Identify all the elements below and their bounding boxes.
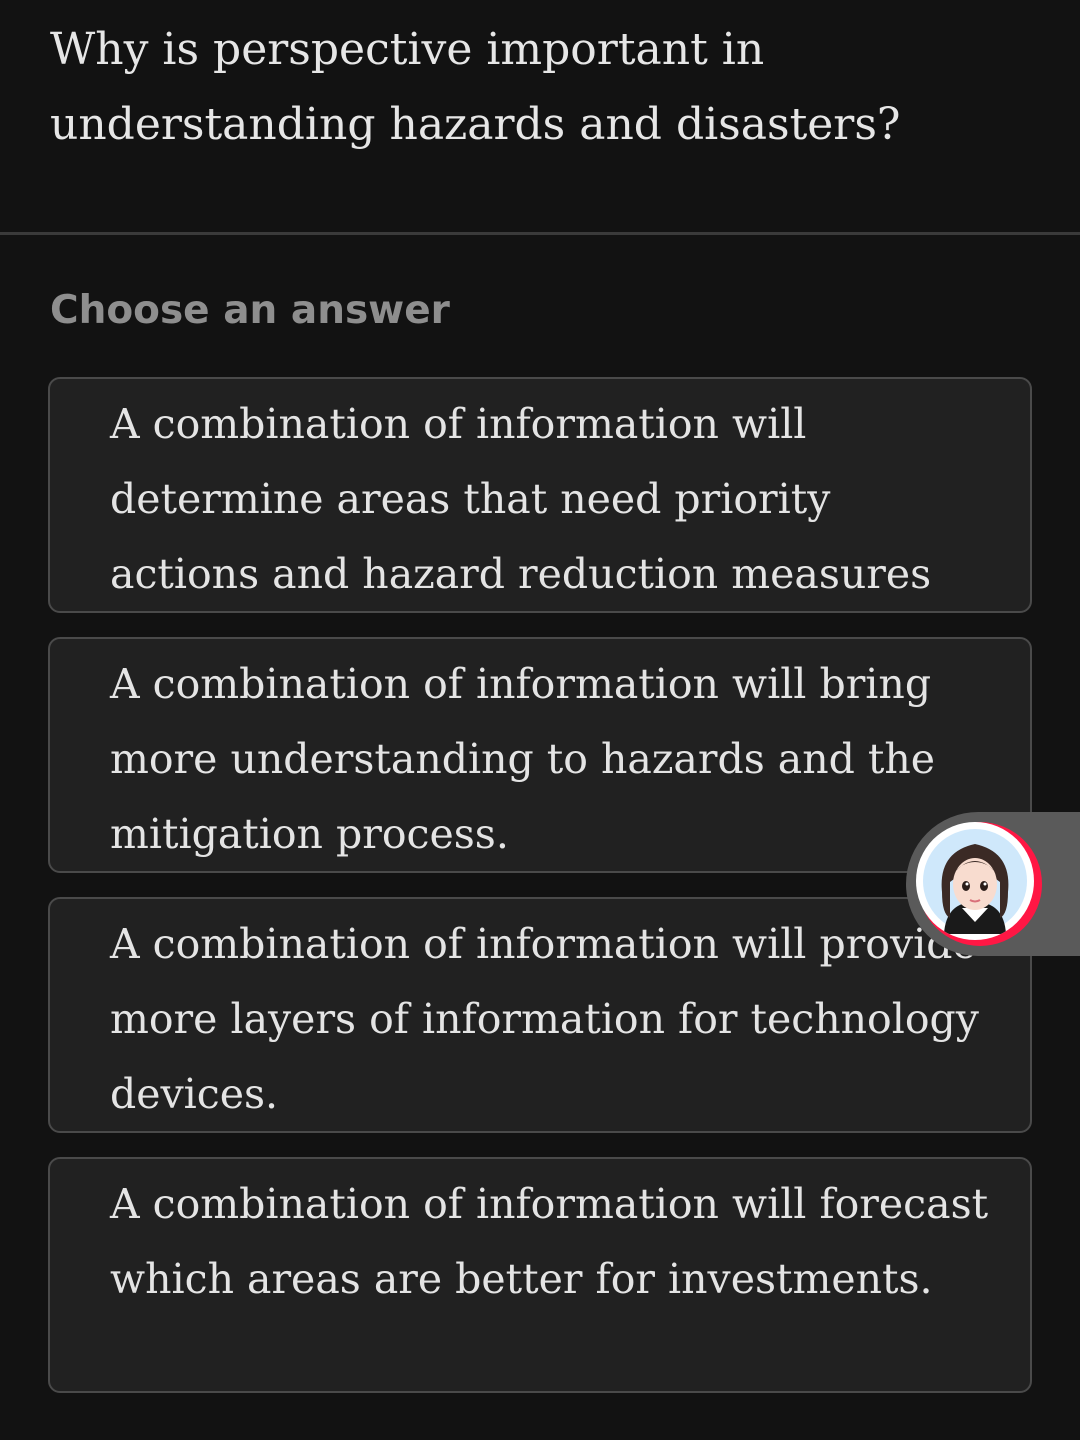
section-divider [0, 232, 1080, 235]
answer-option-2[interactable]: A combination of information will bring … [48, 637, 1032, 873]
choose-answer-label: Choose an answer [50, 288, 450, 333]
question-text: Why is perspective important in understa… [50, 24, 901, 150]
answer-option-4[interactable]: A combination of information will foreca… [48, 1157, 1032, 1393]
answer-options-list: A combination of information will determ… [48, 377, 1032, 1417]
answer-option-1[interactable]: A combination of information will determ… [48, 377, 1032, 613]
assistant-avatar-icon[interactable] [916, 822, 1034, 940]
answer-option-3[interactable]: A combination of information will provid… [48, 897, 1032, 1133]
avatar-illustration [923, 829, 1027, 934]
